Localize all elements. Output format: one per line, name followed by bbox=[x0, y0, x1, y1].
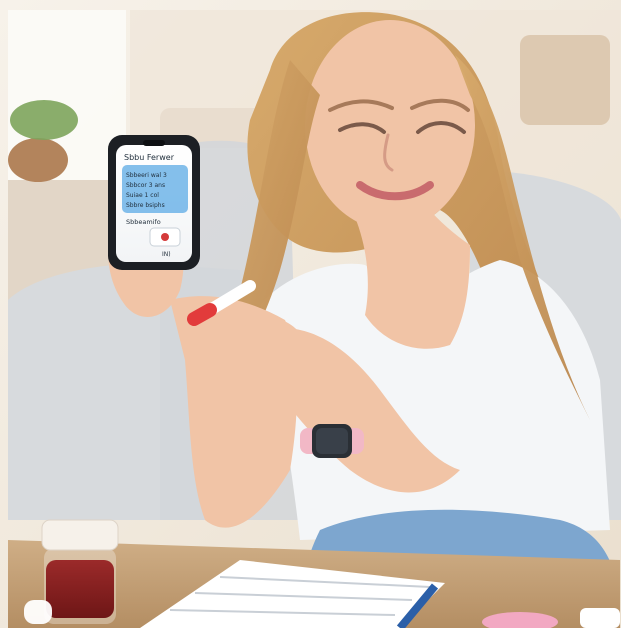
background-decor bbox=[520, 35, 610, 125]
jar-liquid bbox=[46, 560, 114, 618]
scene: Sbbu Ferwer Sbbeeri wal 3 Sbbcor 3 ans S… bbox=[0, 0, 621, 628]
jar-lid bbox=[41, 519, 119, 551]
phone-notch bbox=[143, 140, 165, 146]
test-tube-cap bbox=[187, 303, 217, 326]
phone: Sbbu Ferwer Sbbeeri wal 3 Sbbcor 3 ans S… bbox=[108, 135, 200, 270]
sample-jar bbox=[41, 519, 119, 624]
smartwatch bbox=[300, 424, 364, 458]
record-dot-icon bbox=[161, 233, 169, 241]
phone-list-item-1[interactable]: Sbbeeri wal 3 bbox=[126, 172, 167, 179]
phone-bottom-text: IN) bbox=[162, 251, 171, 258]
phone-list-item-2[interactable]: Sbbcor 3 ans bbox=[126, 182, 165, 189]
tissue-pack bbox=[24, 600, 52, 624]
plant-pot bbox=[8, 138, 68, 182]
watch-screen bbox=[316, 428, 348, 454]
phone-list-item-4[interactable]: Sbbre bsiphs bbox=[126, 202, 165, 209]
white-object bbox=[580, 608, 620, 628]
phone-list-item-3[interactable]: Suiae 1 col bbox=[126, 192, 159, 199]
phone-title: Sbbu Ferwer bbox=[124, 153, 175, 162]
plant-leaves bbox=[10, 100, 78, 140]
phone-footer-label: Sbbeamifo bbox=[126, 218, 161, 226]
